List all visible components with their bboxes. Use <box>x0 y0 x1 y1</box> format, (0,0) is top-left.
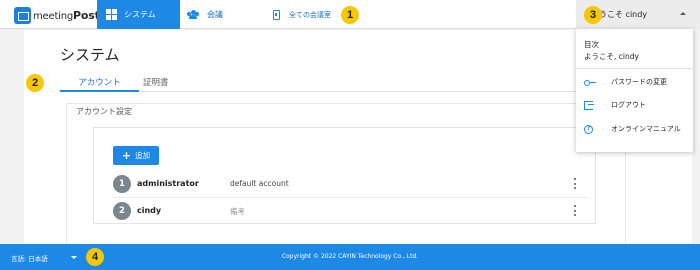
tab-certificate[interactable]: 証明書 <box>143 76 173 88</box>
annotation-badge: 4 <box>86 248 104 266</box>
menu-welcome: ようこそ, cindy <box>584 52 639 61</box>
menu-item-logout[interactable]: ログアウト <box>576 95 693 115</box>
menu-item-label: パスワードの変更 <box>611 78 667 86</box>
account-note: 備考 <box>230 207 245 216</box>
account-row[interactable]: 2 cindy 備考 <box>113 201 588 221</box>
nav-all-rooms-label: 全ての会議室 <box>289 10 331 19</box>
nav-all-rooms[interactable]: 全ての会議室 <box>273 0 331 29</box>
footer: 言語: 日本語 Copyright © 2022 CAYIN Technolog… <box>0 244 700 270</box>
menu-item-online-manual[interactable]: ? オンラインマニュアル <box>576 119 693 139</box>
annotation-badge: 3 <box>584 6 602 24</box>
copyright-text: Copyright © 2022 CAYIN Technology Co., L… <box>281 253 419 260</box>
annotation-badge: 1 <box>341 6 359 24</box>
more-vertical-icon[interactable] <box>574 205 577 216</box>
account-note: default account <box>230 179 289 188</box>
nav-meeting-label: 会議 <box>207 10 223 19</box>
help-icon: ? <box>584 124 593 134</box>
nav-system[interactable]: システム <box>97 0 180 29</box>
account-row[interactable]: 1 administrator default account <box>113 174 588 198</box>
annotation-badge: 2 <box>26 74 44 92</box>
nav-meeting[interactable]: 会議 <box>187 0 223 29</box>
people-icon <box>187 10 199 19</box>
menu-item-label: ログアウト <box>611 101 646 109</box>
logout-icon <box>584 100 594 110</box>
door-icon <box>273 9 280 20</box>
row-number-badge: 1 <box>113 175 131 193</box>
dashboard-grid-icon <box>106 9 117 20</box>
row-divider <box>113 197 588 198</box>
menu-divider <box>576 68 693 69</box>
menu-item-change-password[interactable]: パスワードの変更 <box>576 72 693 92</box>
menu-header: 目次 ようこそ, cindy <box>584 39 639 63</box>
plus-icon: + <box>121 149 132 162</box>
add-button-label: 追加 <box>135 151 151 160</box>
caret-up-icon <box>680 12 686 15</box>
menu-item-label: オンラインマニュアル <box>611 125 681 133</box>
user-dropdown-menu: 目次 ようこそ, cindy パスワードの変更 ログアウト ? オンラインマニュ… <box>576 29 693 152</box>
tab-bar: アカウント 証明書 <box>59 73 659 92</box>
key-icon <box>584 79 596 86</box>
account-name: cindy <box>137 206 162 215</box>
account-name: administrator <box>137 179 199 188</box>
nav-system-label: システム <box>124 10 156 19</box>
tab-account[interactable]: アカウント <box>60 76 139 92</box>
calendar-logo-icon <box>14 6 31 24</box>
section-title: アカウント設定 <box>76 107 132 116</box>
menu-heading: 目次 <box>584 40 599 49</box>
page-title: システム <box>60 46 120 64</box>
row-number-badge: 2 <box>113 202 131 220</box>
more-vertical-icon[interactable] <box>574 178 577 189</box>
add-account-button[interactable]: + 追加 <box>113 146 159 165</box>
